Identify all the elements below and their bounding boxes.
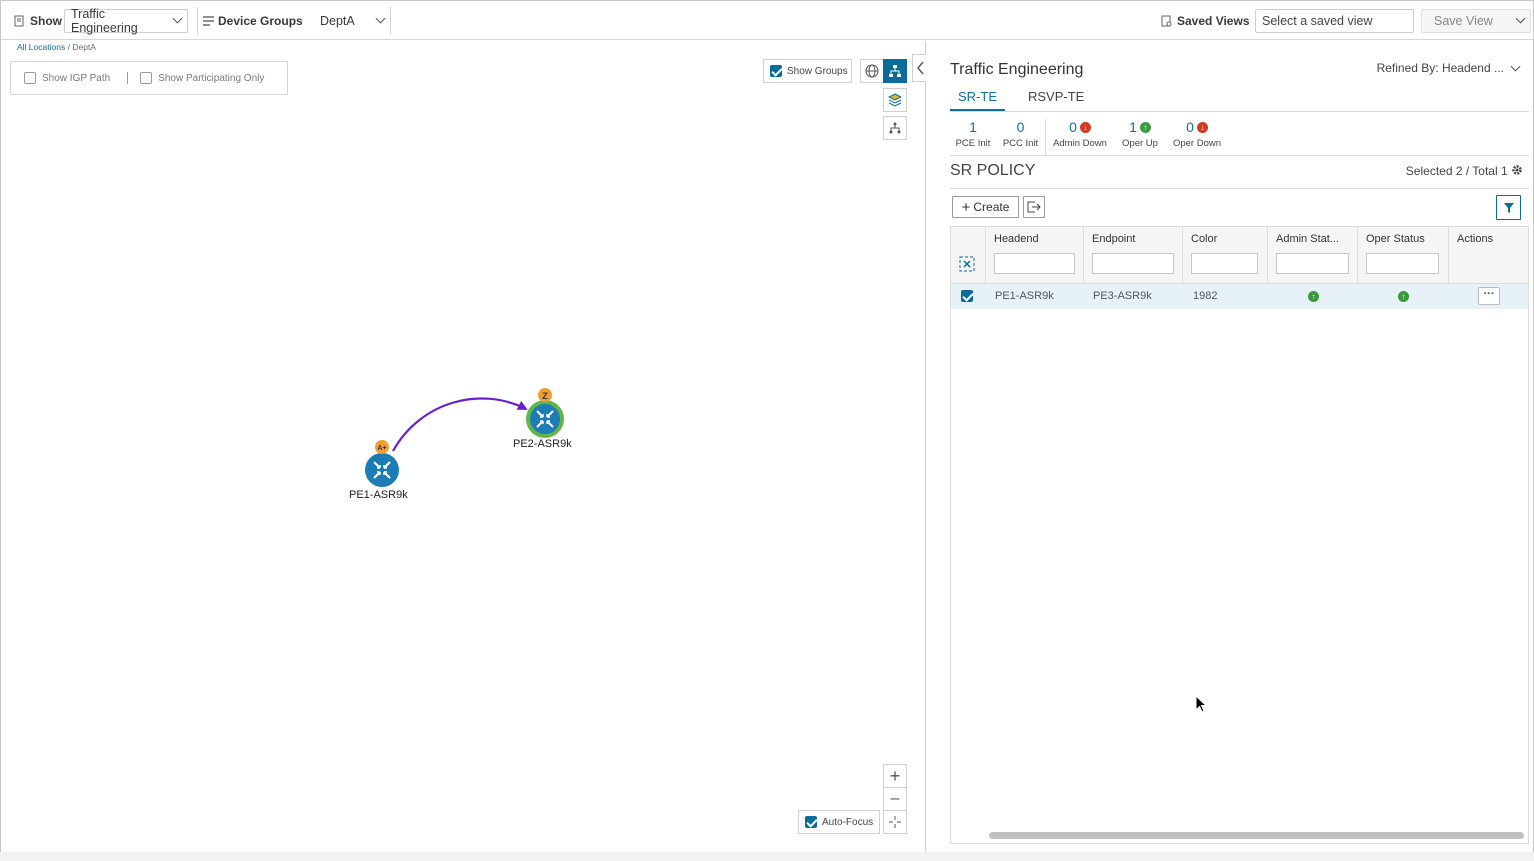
cell-endpoint: PE3-ASR9k xyxy=(1093,290,1152,302)
chevron-down-icon xyxy=(1510,61,1521,71)
list-icon xyxy=(203,15,214,26)
document-icon xyxy=(14,15,24,26)
plus-icon: + xyxy=(961,198,971,216)
chevron-down-icon xyxy=(375,13,386,24)
chevron-down-icon xyxy=(172,13,183,24)
auto-focus-checkbox[interactable] xyxy=(805,816,817,828)
stat-pcc-init[interactable]: 0 PCC Init xyxy=(996,119,1046,157)
stat-admin-down[interactable]: 0 ↓ Admin Down xyxy=(1046,119,1114,157)
crosshair-icon xyxy=(889,816,901,828)
saved-views: Saved Views xyxy=(1161,1,1250,40)
table-header: Headend Endpoint Color Admin Stat... Ope… xyxy=(951,227,1528,284)
device-groups-label: Device Groups xyxy=(218,13,303,28)
device-group-value: DeptA xyxy=(320,13,355,28)
horizontal-scrollbar[interactable] xyxy=(989,832,1524,839)
filter-button[interactable] xyxy=(1496,195,1521,220)
node-badge-a: A+ xyxy=(375,440,389,454)
column-endpoint[interactable]: Endpoint xyxy=(1084,227,1183,284)
column-headend[interactable]: Headend xyxy=(986,227,1084,284)
divider xyxy=(950,188,1529,189)
tab-sr-te[interactable]: SR-TE xyxy=(950,89,1005,111)
divider xyxy=(197,7,198,35)
te-tunnel-link[interactable] xyxy=(392,397,528,452)
admin-status-up-icon: ↑ xyxy=(1308,291,1319,302)
save-view-button[interactable]: Save View xyxy=(1421,8,1531,33)
top-toolbar: Show Traffic Engineering Device Groups D… xyxy=(1,1,1533,40)
traffic-engineering-panel: Traffic Engineering Refined By: Headend … xyxy=(926,41,1533,852)
mouse-cursor-icon xyxy=(1195,695,1208,713)
app-frame: Show Traffic Engineering Device Groups D… xyxy=(0,0,1534,852)
sr-policy-table: Headend Endpoint Color Admin Stat... Ope… xyxy=(950,226,1529,844)
saved-view-icon xyxy=(1161,15,1172,26)
refined-by-dropdown[interactable]: Refined By: Headend ... xyxy=(1376,61,1521,75)
gear-icon[interactable] xyxy=(1511,164,1523,176)
row-actions-button[interactable]: ··· xyxy=(1478,287,1500,305)
export-button[interactable] xyxy=(1023,196,1045,218)
endpoint-filter-input[interactable] xyxy=(1092,253,1174,274)
oper-status-filter-input[interactable] xyxy=(1366,253,1439,274)
auto-focus-label: Auto-Focus xyxy=(822,816,874,828)
show-label: Show xyxy=(30,13,62,28)
cell-color: 1982 xyxy=(1193,290,1218,302)
divider xyxy=(950,155,1529,156)
show-group: Show xyxy=(13,1,62,40)
headend-filter-input[interactable] xyxy=(994,253,1075,274)
te-tabs: SR-TE RSVP-TE xyxy=(950,87,1529,112)
topology-map[interactable]: All Locations / DeptA Show IGP Path Show… xyxy=(1,41,925,852)
selection-info: Selected 2 / Total 1 xyxy=(1406,164,1523,178)
node-pe1[interactable] xyxy=(365,453,399,487)
topology-canvas: Z A+ xyxy=(365,388,564,487)
device-group-select[interactable]: DeptA xyxy=(320,1,386,40)
stat-oper-up[interactable]: 1 ↑ Oper Up xyxy=(1114,119,1166,157)
panel-title: Traffic Engineering xyxy=(950,61,1084,78)
column-actions: Actions xyxy=(1457,233,1494,245)
node-pe2[interactable] xyxy=(526,400,564,438)
show-select-value: Traffic Engineering xyxy=(71,6,138,35)
column-admin-status[interactable]: Admin Stat... xyxy=(1268,227,1358,284)
admin-status-filter-input[interactable] xyxy=(1276,253,1349,274)
stat-oper-down[interactable]: 0 ↓ Oper Down xyxy=(1166,119,1228,157)
fit-view-button[interactable] xyxy=(883,810,907,834)
up-arrow-icon: ↑ xyxy=(1139,121,1151,133)
create-button[interactable]: + Create xyxy=(952,196,1019,218)
down-arrow-icon: ↓ xyxy=(1079,121,1091,133)
column-color[interactable]: Color xyxy=(1183,227,1268,284)
saved-view-select[interactable]: Select a saved view xyxy=(1255,8,1414,33)
select-all-column xyxy=(951,227,986,284)
zoom-out-button[interactable]: – xyxy=(883,787,907,811)
plus-icon: + xyxy=(889,765,901,786)
down-arrow-icon: ↓ xyxy=(1196,121,1208,133)
auto-focus-toggle[interactable]: Auto-Focus xyxy=(798,810,880,834)
export-icon xyxy=(1027,201,1041,213)
tab-rsvp-te[interactable]: RSVP-TE xyxy=(1020,89,1092,109)
divider xyxy=(390,7,391,35)
svg-text:A+: A+ xyxy=(377,445,386,452)
column-oper-status[interactable]: Oper Status xyxy=(1358,227,1449,284)
filter-icon xyxy=(1503,202,1514,213)
node-label-pe1: PE1-ASR9k xyxy=(349,489,408,501)
section-title: SR POLICY xyxy=(950,162,1036,179)
color-filter-input[interactable] xyxy=(1191,253,1258,274)
clear-selection-icon[interactable] xyxy=(959,256,975,272)
zoom-in-button[interactable]: + xyxy=(883,764,907,788)
device-groups[interactable]: Device Groups xyxy=(203,1,303,40)
show-select[interactable]: Traffic Engineering xyxy=(64,6,188,35)
saved-view-placeholder: Select a saved view xyxy=(1262,13,1373,28)
chevron-down-icon xyxy=(1515,13,1526,24)
table-row[interactable]: PE1-ASR9k PE3-ASR9k 1982 ↑ ↑ ··· xyxy=(951,284,1528,309)
node-badge-z: Z xyxy=(538,388,552,402)
save-view-label: Save View xyxy=(1434,13,1493,28)
saved-views-label: Saved Views xyxy=(1177,13,1250,28)
cell-headend: PE1-ASR9k xyxy=(995,290,1054,302)
svg-text:Z: Z xyxy=(542,391,548,401)
oper-status-up-icon: ↑ xyxy=(1398,291,1409,302)
policy-stats: 1 PCE Init 0 PCC Init 0 ↓ Admin Down 1 ↑ O… xyxy=(950,119,1228,157)
stat-pce-init[interactable]: 1 PCE Init xyxy=(950,119,996,157)
minus-icon: – xyxy=(890,790,900,807)
node-label-pe2: PE2-ASR9k xyxy=(513,438,572,450)
refined-by-label: Refined By: Headend ... xyxy=(1376,61,1504,75)
row-checkbox[interactable] xyxy=(961,290,973,303)
